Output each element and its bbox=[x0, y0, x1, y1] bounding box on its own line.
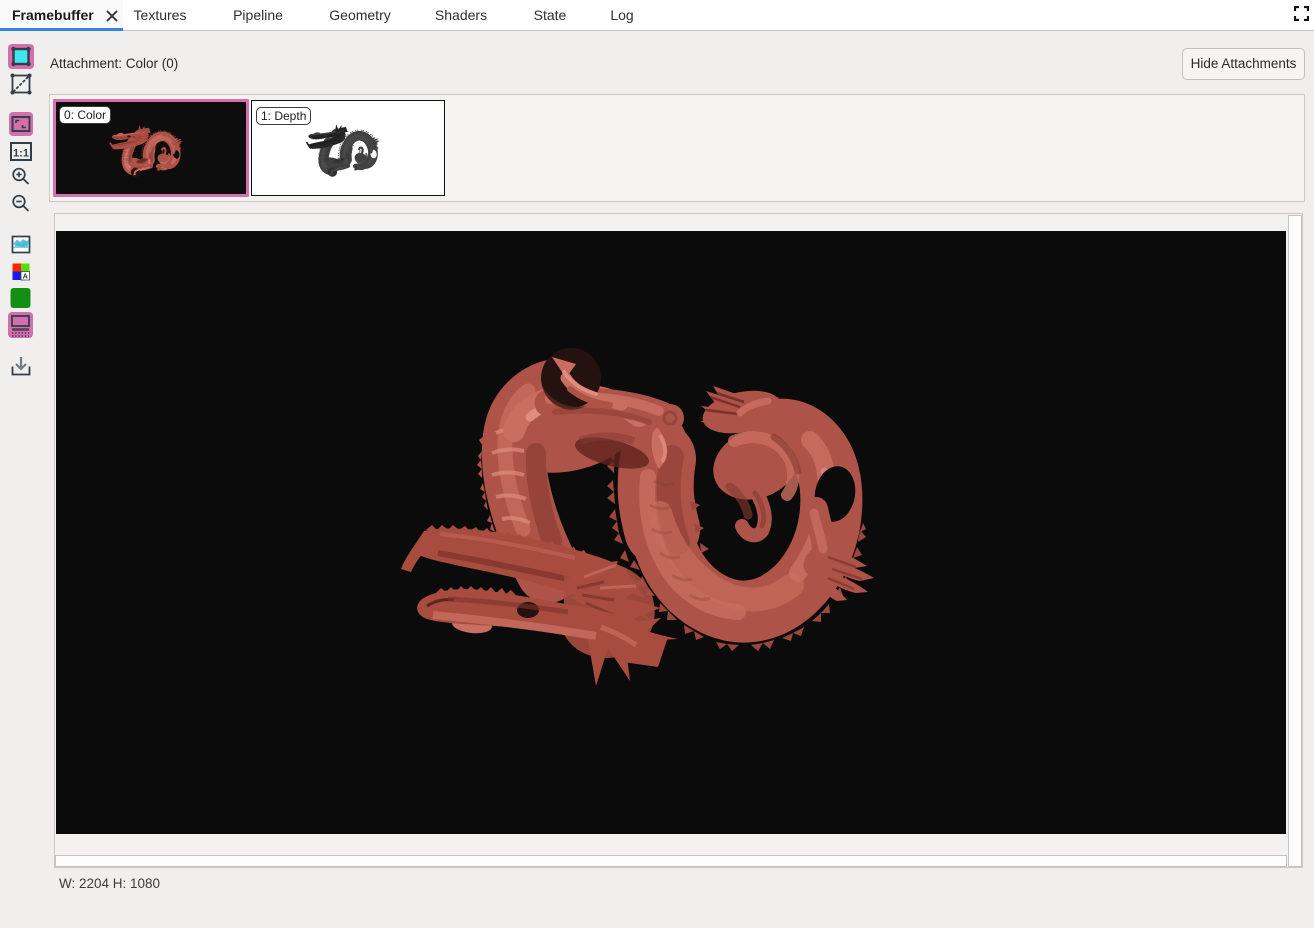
svg-text:A: A bbox=[23, 274, 28, 281]
svg-text:1:1: 1:1 bbox=[13, 148, 29, 160]
